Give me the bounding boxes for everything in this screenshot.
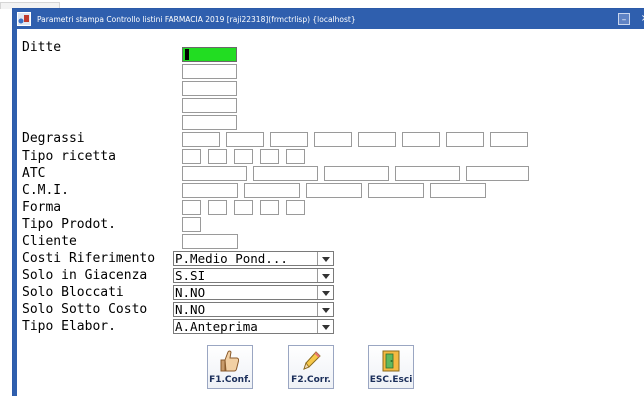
label-degrassi: Degrassi bbox=[22, 131, 85, 146]
forma-input[interactable] bbox=[182, 200, 201, 215]
atc-input[interactable] bbox=[395, 166, 460, 181]
forma-input[interactable] bbox=[260, 200, 279, 215]
cmi-input[interactable] bbox=[368, 183, 424, 198]
app-icon bbox=[17, 12, 31, 26]
chevron-down-icon[interactable] bbox=[317, 269, 333, 282]
cmi-input[interactable] bbox=[182, 183, 238, 198]
label-cmi: C.M.I. bbox=[22, 183, 69, 198]
ditte-input-2[interactable] bbox=[182, 64, 237, 79]
forma-input[interactable] bbox=[286, 200, 305, 215]
atc-input[interactable] bbox=[182, 166, 247, 181]
degrassi-input[interactable] bbox=[358, 132, 396, 147]
solo-bloccati-select[interactable]: N.NO bbox=[173, 285, 334, 300]
costi-riferimento-value: P.Medio Pond... bbox=[175, 251, 288, 266]
label-tipo-prodot: Tipo Prodot. bbox=[22, 217, 116, 232]
label-ditte: Ditte bbox=[22, 40, 62, 55]
cmi-input[interactable] bbox=[244, 183, 300, 198]
title-bar[interactable]: Parametri stampa Controllo listini FARMA… bbox=[13, 9, 644, 29]
label-costi-riferimento: Costi Riferimento bbox=[22, 251, 156, 266]
tipo-elabor-select[interactable]: A.Anteprima bbox=[173, 319, 334, 334]
exit-button[interactable]: ESC.Esci bbox=[368, 345, 414, 389]
solo-giacenza-select[interactable]: S.SI bbox=[173, 268, 334, 283]
label-solo-giacenza: Solo in Giacenza bbox=[22, 268, 148, 283]
solo-sotto-costo-value: N.NO bbox=[175, 302, 206, 317]
degrassi-input[interactable] bbox=[490, 132, 528, 147]
label-solo-bloccati: Solo Bloccati bbox=[22, 285, 124, 300]
tipo-ricetta-input[interactable] bbox=[260, 149, 279, 164]
correct-button[interactable]: F2.Corr. bbox=[288, 345, 334, 389]
chevron-down-icon[interactable] bbox=[317, 303, 333, 316]
label-atc: ATC bbox=[22, 166, 46, 181]
cliente-input[interactable] bbox=[182, 234, 238, 249]
solo-bloccati-value: N.NO bbox=[175, 285, 206, 300]
tipo-ricetta-input[interactable] bbox=[208, 149, 227, 164]
forma-input[interactable] bbox=[234, 200, 253, 215]
dialog-window: Parametri stampa Controllo listini FARMA… bbox=[12, 8, 644, 396]
degrassi-input[interactable] bbox=[270, 132, 308, 147]
tipo-elabor-value: A.Anteprima bbox=[175, 319, 258, 334]
cmi-input[interactable] bbox=[430, 183, 486, 198]
solo-sotto-costo-select[interactable]: N.NO bbox=[173, 302, 334, 317]
degrassi-input[interactable] bbox=[182, 132, 220, 147]
label-solo-sotto-costo: Solo Sotto Costo bbox=[22, 302, 148, 317]
ditte-input-3[interactable] bbox=[182, 81, 237, 96]
tipo-ricetta-input[interactable] bbox=[182, 149, 201, 164]
atc-input[interactable] bbox=[253, 166, 318, 181]
atc-input[interactable] bbox=[466, 166, 529, 181]
cmi-input[interactable] bbox=[306, 183, 362, 198]
atc-input[interactable] bbox=[324, 166, 389, 181]
exit-label: ESC.Esci bbox=[369, 375, 413, 385]
pencil-icon bbox=[303, 351, 321, 370]
exit-door-icon bbox=[382, 350, 400, 372]
degrassi-input[interactable] bbox=[446, 132, 484, 147]
label-tipo-elabor: Tipo Elabor. bbox=[22, 319, 116, 334]
minimize-button[interactable]: – bbox=[618, 13, 630, 25]
label-tipo-ricetta: Tipo ricetta bbox=[22, 149, 116, 164]
confirm-button[interactable]: F1.Conf. bbox=[207, 345, 253, 389]
costi-riferimento-select[interactable]: P.Medio Pond... bbox=[173, 251, 334, 266]
degrassi-input[interactable] bbox=[226, 132, 264, 147]
window-title: Parametri stampa Controllo listini FARMA… bbox=[37, 14, 356, 24]
close-button[interactable]: × bbox=[639, 13, 644, 25]
thumbs-up-icon bbox=[220, 350, 240, 372]
ditte-input-4[interactable] bbox=[182, 98, 237, 113]
forma-input[interactable] bbox=[208, 200, 227, 215]
tipo-ricetta-input[interactable] bbox=[286, 149, 305, 164]
degrassi-input[interactable] bbox=[314, 132, 352, 147]
chevron-down-icon[interactable] bbox=[317, 286, 333, 299]
confirm-label: F1.Conf. bbox=[209, 375, 251, 385]
solo-giacenza-value: S.SI bbox=[175, 268, 206, 283]
degrassi-input[interactable] bbox=[402, 132, 440, 147]
tipo-prodot-input[interactable] bbox=[182, 217, 201, 232]
correct-label: F2.Corr. bbox=[291, 375, 331, 385]
ditte-input-1[interactable] bbox=[182, 47, 237, 62]
label-forma: Forma bbox=[22, 200, 62, 215]
window-border bbox=[13, 29, 17, 396]
ditte-input-5[interactable] bbox=[182, 115, 237, 130]
chevron-down-icon[interactable] bbox=[317, 252, 333, 265]
label-cliente: Cliente bbox=[22, 234, 77, 249]
chevron-down-icon[interactable] bbox=[317, 320, 333, 333]
tipo-ricetta-input[interactable] bbox=[234, 149, 253, 164]
text-cursor bbox=[185, 49, 189, 60]
